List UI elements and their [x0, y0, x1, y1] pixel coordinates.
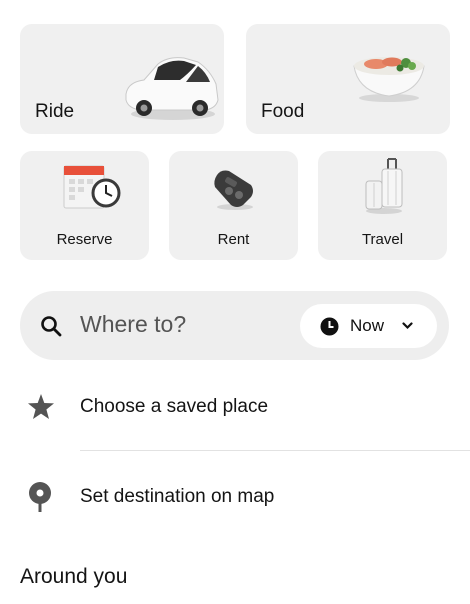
saved-place-label: Choose a saved place	[80, 396, 269, 417]
star-icon	[28, 394, 54, 419]
reserve-label: Reserve	[56, 231, 113, 248]
schedule-now-button[interactable]: Now	[300, 304, 437, 348]
map-pin-icon	[29, 482, 51, 512]
search-placeholder: Where to?	[80, 311, 187, 337]
saved-place-row[interactable]: Choose a saved place	[0, 380, 470, 432]
ride-label: Ride	[35, 101, 75, 122]
search-icon	[41, 316, 62, 337]
set-destination-on-map-row[interactable]: Set destination on map	[0, 470, 470, 522]
around-you-heading: Around you	[20, 565, 128, 588]
travel-tile[interactable]: Travel	[318, 151, 447, 260]
food-bowl-icon	[353, 57, 425, 102]
calendar-clock-icon	[63, 165, 121, 209]
rent-tile[interactable]: Rent	[169, 151, 298, 260]
where-to-search-bar[interactable]: Where to? Now	[20, 291, 449, 360]
travel-label: Travel	[361, 231, 404, 248]
map-destination-label: Set destination on map	[80, 486, 275, 507]
luggage-icon	[365, 158, 403, 214]
car-key-icon	[214, 170, 253, 210]
schedule-label: Now	[350, 316, 385, 335]
car-icon	[125, 57, 219, 120]
clock-icon	[320, 317, 339, 336]
ride-tile[interactable]: Ride	[20, 24, 224, 134]
reserve-tile[interactable]: Reserve	[20, 151, 149, 260]
rent-label: Rent	[217, 231, 250, 248]
divider	[80, 450, 470, 451]
chevron-down-icon	[402, 322, 413, 330]
food-tile[interactable]: Food	[246, 24, 450, 134]
food-label: Food	[261, 101, 305, 122]
